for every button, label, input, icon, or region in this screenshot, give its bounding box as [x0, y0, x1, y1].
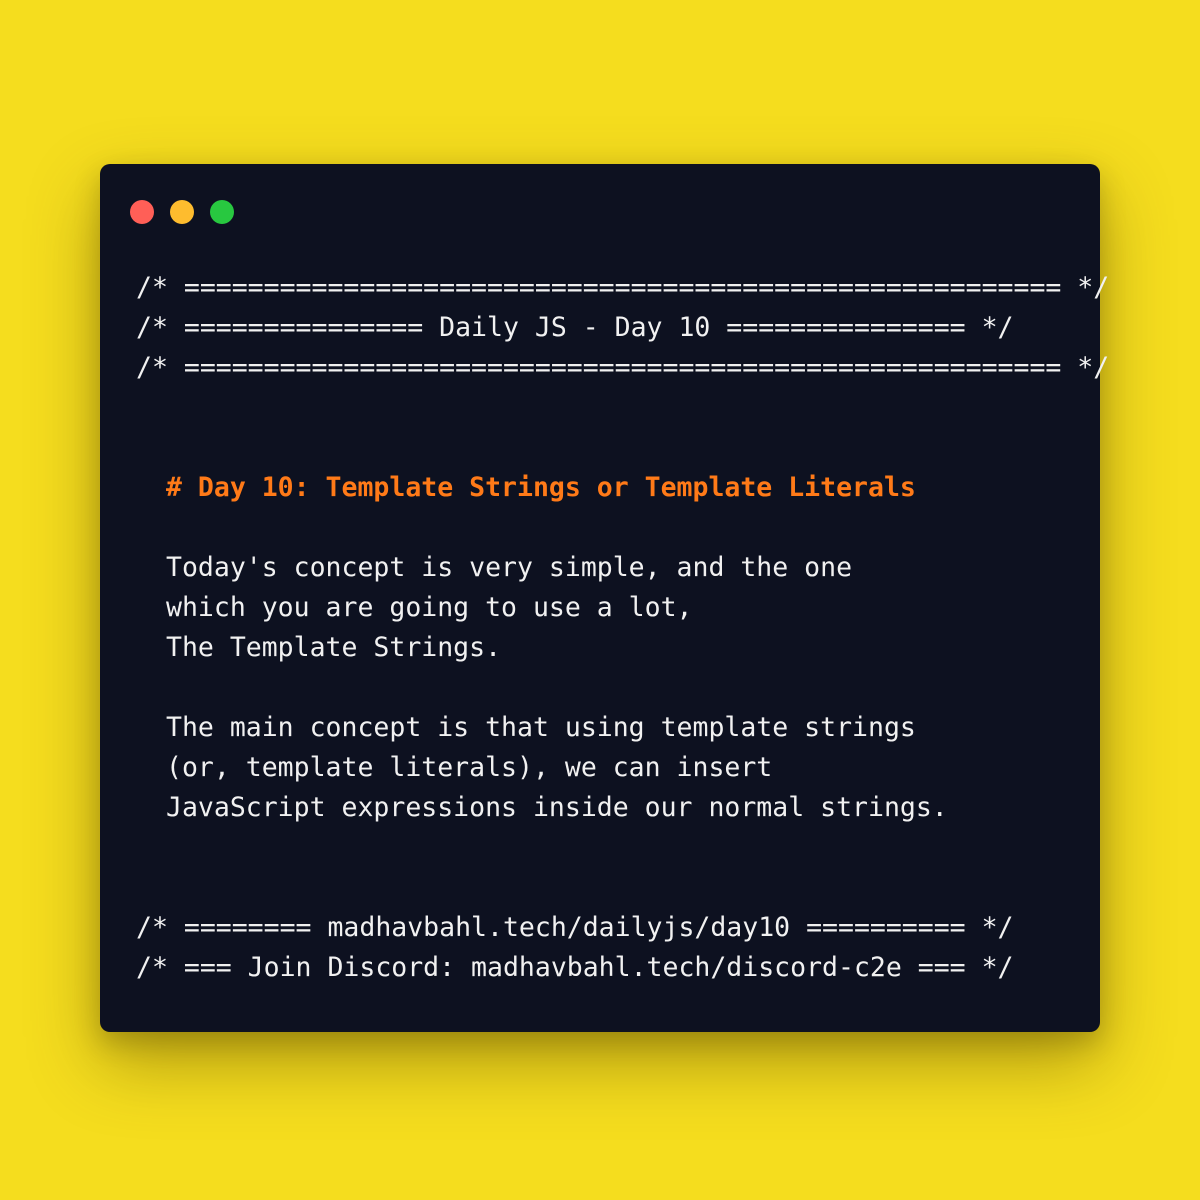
header-comment-line-3: /* =====================================… [136, 352, 1110, 383]
maximize-window-button[interactable] [210, 200, 234, 224]
paragraph-1-line-1: Today's concept is very simple, and the … [166, 552, 853, 583]
paragraph-2-line-1: The main concept is that using template … [166, 712, 916, 743]
code-window: /* =====================================… [100, 164, 1109, 1032]
content-heading: # Day 10: Template Strings or Template L… [166, 472, 916, 503]
header-comment-title: /* =============== Daily JS - Day 10 ===… [136, 312, 1014, 343]
paragraph-2-line-2: (or, template literals), we can insert [166, 752, 773, 783]
minimize-window-button[interactable] [170, 200, 194, 224]
paragraph-1-line-2: which you are going to use a lot, [166, 592, 693, 623]
paragraph-1-line-3: The Template Strings. [166, 632, 502, 663]
footer-comment-discord: /* === Join Discord: madhavbahl.tech/dis… [136, 952, 1014, 983]
header-comment-line-1: /* =====================================… [136, 272, 1110, 303]
code-block: /* =====================================… [136, 268, 1109, 988]
paragraph-2-line-3: JavaScript expressions inside our normal… [166, 792, 948, 823]
close-window-button[interactable] [130, 200, 154, 224]
footer-comment-link: /* ======== madhavbahl.tech/dailyjs/day1… [136, 912, 1014, 943]
